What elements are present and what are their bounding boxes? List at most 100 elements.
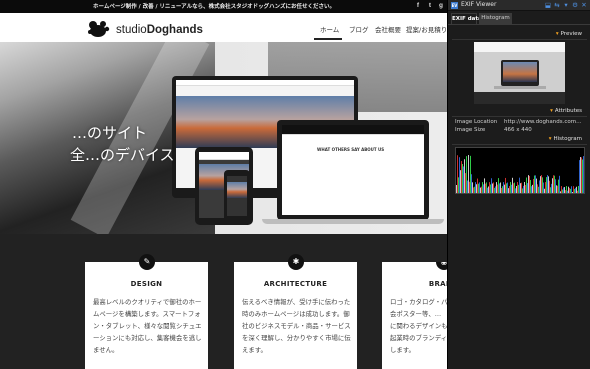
histogram-bin bbox=[550, 187, 551, 193]
histogram-bin bbox=[575, 187, 576, 193]
histogram-bin bbox=[578, 186, 579, 193]
histogram-bin bbox=[565, 190, 566, 193]
preview-laptop bbox=[501, 60, 539, 86]
twitter-icon[interactable]: t bbox=[426, 2, 434, 10]
section-divider bbox=[452, 116, 587, 117]
google-plus-icon[interactable]: g bbox=[437, 2, 445, 10]
card-title: ARCHITECTURE bbox=[263, 280, 328, 288]
histogram-bin bbox=[562, 189, 563, 193]
histogram-bin bbox=[508, 188, 509, 193]
histogram-bin bbox=[459, 157, 460, 193]
histogram-bin bbox=[530, 179, 531, 193]
histogram-bin bbox=[506, 183, 507, 193]
tab-histogram[interactable]: Histogram bbox=[479, 13, 512, 24]
preview-thumbnail bbox=[474, 42, 565, 104]
histogram-bin bbox=[534, 175, 535, 193]
histogram-bin bbox=[458, 177, 459, 193]
logo-dog-icon[interactable] bbox=[86, 17, 112, 39]
histogram-bin bbox=[537, 184, 538, 193]
histogram-bin bbox=[554, 175, 555, 193]
histogram-bin bbox=[574, 188, 575, 193]
nav-home[interactable]: ホーム bbox=[320, 24, 339, 34]
histogram-bin bbox=[482, 182, 483, 193]
histogram-bin bbox=[499, 183, 500, 193]
histogram-bin bbox=[505, 177, 506, 193]
preview-laptop-base bbox=[494, 86, 546, 89]
logo-brand: Doghands bbox=[146, 24, 203, 36]
minimize-icon[interactable]: ▾ bbox=[562, 1, 570, 10]
attr-value-image-location[interactable]: http://www.doghands.com/w... bbox=[504, 119, 582, 125]
site-logo[interactable]: studioDoghands bbox=[116, 24, 203, 36]
histogram-bin bbox=[504, 184, 505, 193]
preview-section-header[interactable]: ▾ Preview bbox=[556, 31, 582, 37]
histogram-bin bbox=[480, 187, 481, 193]
nav-blog[interactable]: ブログ bbox=[349, 24, 369, 34]
preview-page-header bbox=[474, 42, 565, 52]
close-icon[interactable]: ✕ bbox=[580, 1, 588, 10]
histogram-section-header[interactable]: ▾ Histogram bbox=[549, 136, 582, 142]
tab-exif-data[interactable]: EXIF data bbox=[451, 13, 482, 24]
histogram-bin bbox=[488, 186, 489, 193]
histogram-bin bbox=[559, 175, 560, 193]
histogram-bin bbox=[509, 186, 510, 193]
card-body: ロゴ・カタログ・パ… 会ポスター等、… に関わるデザインも… 起業時のブランディ… bbox=[390, 298, 452, 354]
settings-icon[interactable]: ⚙ bbox=[571, 1, 579, 10]
histogram-plot bbox=[456, 155, 584, 193]
histogram-bin bbox=[514, 182, 515, 193]
histogram-bin bbox=[501, 187, 502, 193]
exif-viewer-panel: EV EXIF Viewer ⬓ ⇆ ▾ ⚙ ✕ EXIF data Histo… bbox=[447, 0, 590, 369]
histogram-bin bbox=[464, 159, 465, 193]
histogram-bin bbox=[528, 175, 529, 193]
histogram-bin bbox=[556, 185, 557, 193]
share-icon[interactable]: ⇆ bbox=[553, 1, 561, 10]
histogram-bin bbox=[518, 184, 519, 193]
histogram-bin bbox=[497, 184, 498, 193]
histogram-bin bbox=[580, 157, 581, 193]
histogram-bin bbox=[577, 190, 578, 193]
histogram-bin bbox=[515, 188, 516, 193]
facebook-icon[interactable]: f bbox=[414, 2, 422, 10]
feature-card-architecture: ✱ ARCHITECTURE 伝えるべき情報が、受け手に伝わった 時のみホームペ… bbox=[234, 254, 357, 369]
section-divider bbox=[452, 39, 587, 40]
histogram-bin bbox=[478, 183, 479, 193]
expand-triangle-icon: ▾ bbox=[555, 31, 559, 37]
histogram-bin bbox=[477, 178, 478, 193]
histogram-bin bbox=[490, 184, 491, 193]
histogram-bin bbox=[500, 182, 501, 193]
histogram-bin bbox=[486, 182, 487, 193]
histogram-bin bbox=[549, 180, 550, 193]
phone-screen bbox=[227, 176, 247, 216]
histogram-bin bbox=[484, 178, 485, 193]
histogram-bin bbox=[552, 178, 553, 193]
histogram-bin bbox=[516, 185, 517, 193]
histogram-bin bbox=[560, 191, 561, 193]
nav-company[interactable]: 会社概要 bbox=[375, 24, 401, 34]
histogram-bin bbox=[579, 160, 580, 193]
hero-headline-1: …のサイト bbox=[72, 124, 148, 142]
logo-prefix: studio bbox=[116, 24, 147, 36]
attributes-section-header[interactable]: ▾ Attributes bbox=[550, 108, 582, 114]
pin-icon[interactable]: ⬓ bbox=[544, 1, 552, 10]
preview-laptop-screen bbox=[503, 62, 537, 82]
histogram-bin bbox=[524, 182, 525, 193]
attr-key-image-size: Image Size bbox=[455, 127, 486, 133]
histogram-bin bbox=[551, 183, 552, 193]
histogram-bin bbox=[491, 178, 492, 193]
histogram-bin bbox=[566, 186, 567, 193]
histogram-bin bbox=[522, 188, 523, 193]
histogram-bin bbox=[463, 166, 464, 193]
histogram-bin bbox=[548, 176, 549, 193]
preview-label: Preview bbox=[560, 31, 582, 37]
histogram-bin bbox=[536, 178, 537, 193]
histogram-bin bbox=[479, 182, 480, 193]
histogram-bin bbox=[527, 183, 528, 193]
histogram-bin bbox=[542, 177, 543, 193]
histogram-bin bbox=[544, 188, 545, 193]
histogram-bin bbox=[472, 182, 473, 193]
histogram-bin bbox=[498, 178, 499, 193]
laptop-screen-header bbox=[282, 125, 424, 135]
card-title: BRAND bbox=[428, 280, 452, 288]
card-body: 伝えるべき情報が、受け手に伝わった 時のみホームページは成功します。御 社のビジ… bbox=[242, 298, 351, 354]
histogram-bin bbox=[513, 183, 514, 193]
histogram-bin bbox=[531, 186, 532, 193]
